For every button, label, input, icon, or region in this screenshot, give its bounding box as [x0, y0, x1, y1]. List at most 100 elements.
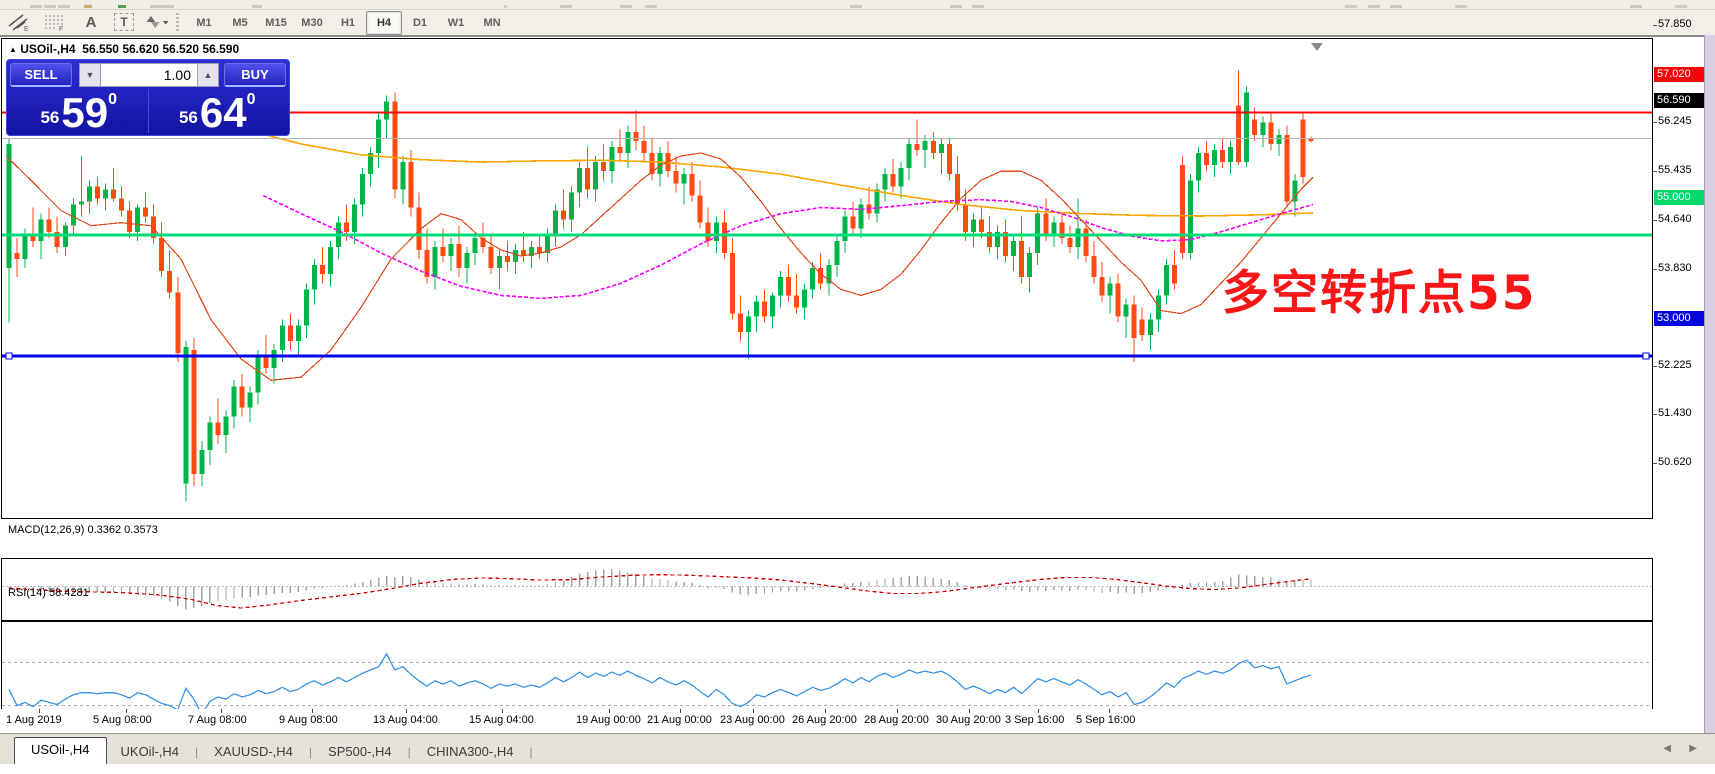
- timeframe-button-mn[interactable]: MN: [474, 11, 510, 35]
- macd-label: MACD(12,26,9) 0.3362 0.3573: [8, 524, 158, 536]
- timeframe-button-m15[interactable]: M15: [258, 11, 294, 35]
- sell-button[interactable]: SELL: [10, 63, 72, 87]
- price-axis-label: 50.620: [1658, 456, 1692, 468]
- volume-input[interactable]: [101, 63, 197, 87]
- symbol-label: USOil-,H4: [20, 42, 75, 56]
- tab-separator: |: [406, 745, 413, 764]
- time-axis-label: 21 Aug 00:00: [647, 714, 712, 726]
- time-axis-label: 13 Aug 04:00: [373, 714, 438, 726]
- price-axis-tick: [1653, 366, 1657, 367]
- timeframe-buttons: M1M5M15M30H1H4D1W1MN: [186, 11, 510, 33]
- timeframe-button-h1[interactable]: H1: [330, 11, 366, 35]
- price-axis-tick: [1653, 220, 1657, 221]
- chart-ohlc-header: ▲ USOil-,H4 56.550 56.620 56.520 56.590: [9, 42, 239, 56]
- time-axis-tick: [502, 709, 503, 713]
- fibonacci-retracement-icon[interactable]: F: [42, 12, 68, 32]
- svg-text:E: E: [24, 26, 29, 32]
- price-axis-label: 57.850: [1658, 18, 1692, 30]
- time-axis-label: 15 Aug 04:00: [469, 714, 534, 726]
- toolbar-partial-icon: [118, 5, 126, 8]
- time-axis-label: 30 Aug 20:00: [936, 714, 1001, 726]
- time-axis-tick: [1109, 709, 1110, 713]
- toolbar-partial-icon: [560, 5, 572, 8]
- toolbar-partial-icon: [950, 5, 962, 8]
- price-axis-badge: 56.590: [1654, 93, 1705, 108]
- time-axis-tick: [221, 709, 222, 713]
- tab-scroll-right-icon[interactable]: ▶: [1689, 743, 1697, 754]
- toolbar-partial-icon: [1455, 5, 1467, 8]
- open-value: 56.550: [82, 42, 119, 56]
- timeframe-button-d1[interactable]: D1: [402, 11, 438, 35]
- buy-button[interactable]: BUY: [224, 63, 286, 87]
- toolbar-partial-icon: [972, 5, 984, 8]
- price-axis-badge: 57.020: [1654, 67, 1705, 82]
- time-axis-tick: [609, 709, 610, 713]
- toolbar-partial-icon: [645, 5, 657, 8]
- toolbar-partial-icon: [1390, 5, 1402, 8]
- toolbar-partial-icon: [162, 5, 174, 8]
- timeframe-button-m5[interactable]: M5: [222, 11, 258, 35]
- vertical-scrollbar[interactable]: [1704, 35, 1715, 764]
- price-axis-label: 56.245: [1658, 115, 1692, 127]
- time-axis-tick: [39, 709, 40, 713]
- tab-scroll-left-icon[interactable]: ◀: [1663, 743, 1671, 754]
- price-axis-label: 51.430: [1658, 407, 1692, 419]
- price-axis[interactable]: 57.85056.24555.43554.64053.83052.22551.4…: [1653, 37, 1704, 733]
- price-axis-tick: [1653, 171, 1657, 172]
- price-axis-badge: 55.000: [1654, 190, 1705, 205]
- toolbar-partial-icon: [1345, 5, 1357, 8]
- time-axis-label: 1 Aug 2019: [6, 714, 62, 726]
- price-axis-tick: [1653, 414, 1657, 415]
- toolbar-partial-icon: [850, 5, 862, 8]
- sell-price-quote[interactable]: 56 59 0: [10, 89, 149, 133]
- text-tool-icon[interactable]: A: [78, 12, 104, 32]
- time-axis[interactable]: 1 Aug 20195 Aug 08:007 Aug 08:009 Aug 08…: [1, 709, 1653, 733]
- buy-price-quote[interactable]: 56 64 0: [149, 89, 287, 133]
- time-axis-tick: [680, 709, 681, 713]
- mt4-terminal: { "toolbar": { "tools": [ {"name":"equid…: [0, 0, 1715, 764]
- chart-annotation-text: 多空转折点55: [1222, 254, 1536, 323]
- toolbar-partial-icon: [1368, 5, 1380, 8]
- toolbar-partial-icon: [44, 5, 56, 8]
- toolbar-partial-icon: [58, 5, 70, 8]
- tab-usoil-h4[interactable]: USOil-,H4: [14, 737, 107, 764]
- arrow-objects-icon[interactable]: [144, 12, 170, 32]
- tab-china300-h4[interactable]: CHINA300-,H4: [413, 741, 528, 764]
- tab-separator: |: [307, 745, 314, 764]
- window-border: [0, 35, 1715, 37]
- tab-sp500-h4[interactable]: SP500-,H4: [314, 741, 406, 764]
- price-axis-label: 52.225: [1658, 359, 1692, 371]
- tab-ukoil-h4[interactable]: UKOil-,H4: [107, 741, 194, 764]
- toolbar-partial-icon: [504, 5, 507, 8]
- price-axis-tick: [1653, 269, 1657, 270]
- time-axis-tick: [969, 709, 970, 713]
- collapse-icon[interactable]: ▲: [9, 45, 17, 54]
- time-axis-label: 23 Aug 00:00: [720, 714, 785, 726]
- equidistant-channel-icon[interactable]: E: [6, 12, 32, 32]
- chart-tab-bar: ◀ ▶ USOil-,H4UKOil-,H4|XAUUSD-,H4|SP500-…: [0, 733, 1715, 764]
- volume-increase-button[interactable]: ▲: [197, 63, 219, 87]
- tab-separator: |: [193, 745, 200, 764]
- time-axis-tick: [897, 709, 898, 713]
- timeframe-button-m30[interactable]: M30: [294, 11, 330, 35]
- time-axis-tick: [753, 709, 754, 713]
- volume-decrease-button[interactable]: ▼: [79, 63, 101, 87]
- timeframe-button-h4[interactable]: H4: [366, 11, 402, 35]
- tab-separator: |: [527, 745, 534, 764]
- time-axis-tick: [406, 709, 407, 713]
- tab-xauusd-h4[interactable]: XAUUSD-,H4: [200, 741, 307, 764]
- time-axis-tick: [126, 709, 127, 713]
- price-axis-label: 55.435: [1658, 164, 1692, 176]
- time-axis-label: 3 Sep 16:00: [1005, 714, 1064, 726]
- timeframe-button-m1[interactable]: M1: [186, 11, 222, 35]
- price-axis-tick: [1653, 463, 1657, 464]
- price-axis-tick: [1653, 122, 1657, 123]
- toolbar: E F A T M1M5M15M30H1H4D1W1MN: [0, 10, 1715, 36]
- time-axis-tick: [825, 709, 826, 713]
- price-axis-badge: 53.000: [1654, 311, 1705, 326]
- time-axis-label: 5 Aug 08:00: [93, 714, 152, 726]
- timeframe-button-w1[interactable]: W1: [438, 11, 474, 35]
- price-axis-label: 54.640: [1658, 213, 1692, 225]
- text-label-tool-icon[interactable]: T: [114, 13, 134, 31]
- time-axis-label: 7 Aug 08:00: [188, 714, 247, 726]
